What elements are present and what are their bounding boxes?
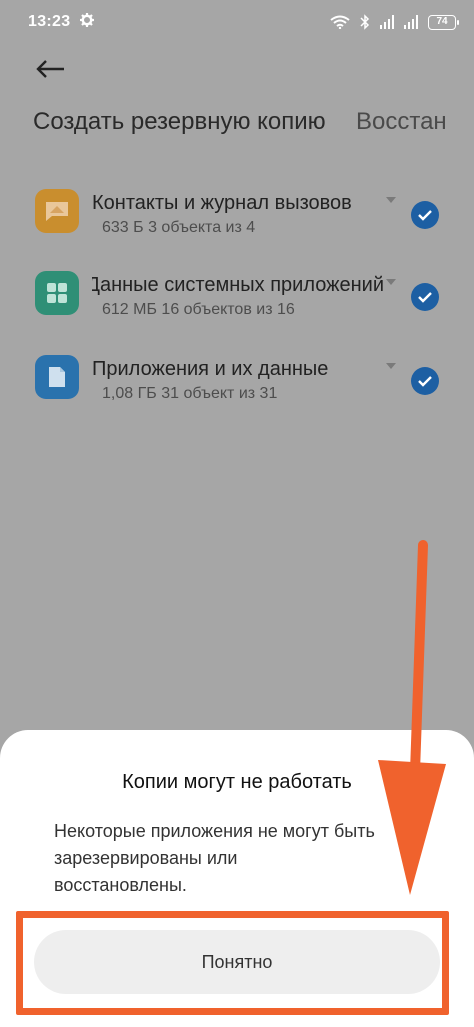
expand-caret-icon[interactable]: [386, 197, 396, 203]
signal-icon-2: [404, 15, 418, 29]
wifi-icon: [330, 15, 350, 29]
gear-icon: [80, 12, 95, 32]
dialog-message-line: зарезервированы или: [54, 848, 238, 868]
expand-caret-icon[interactable]: [386, 279, 396, 285]
item-subtitle: 633 Б 3 объекта из 4: [102, 219, 256, 236]
dialog-sheet: Копии могут не работать Некоторые прилож…: [0, 730, 474, 1027]
item-title: Данные системных приложений: [92, 274, 384, 296]
item-title: Приложения и их данные: [92, 358, 329, 380]
dialog-message-line: Некоторые приложения не могут быть: [54, 821, 375, 841]
expand-caret-icon[interactable]: [386, 363, 396, 369]
dialog-title: Копии могут не работать: [122, 771, 352, 793]
backup-item-apps-data[interactable]: Приложения и их данные 1,08 ГБ 31 объект…: [0, 355, 474, 425]
item-title: Контакты и журнал вызовов: [92, 192, 352, 214]
bluetooth-icon: [360, 14, 370, 30]
dialog-message-line: восстановлены.: [54, 875, 187, 895]
tab-bar: Создать резервную копию Восстан: [0, 104, 474, 142]
status-time: 13:23: [28, 13, 71, 30]
backup-item-system-apps[interactable]: Данные системных приложений 612 МБ 16 об…: [0, 271, 474, 341]
checkbox-checked[interactable]: [411, 283, 439, 311]
checkbox-checked[interactable]: [411, 201, 439, 229]
signal-icon-1: [380, 15, 394, 29]
checkbox-checked[interactable]: [411, 367, 439, 395]
dialog-message: Некоторые приложения не могут быть зарез…: [54, 818, 398, 899]
arrow-left-icon: [36, 60, 64, 78]
contacts-icon: [35, 189, 79, 233]
app-file-icon: [35, 355, 79, 399]
system-apps-icon: [35, 271, 79, 315]
item-subtitle: 1,08 ГБ 31 объект из 31: [102, 385, 278, 402]
checkmark-icon: [418, 210, 432, 221]
back-button[interactable]: [34, 54, 68, 84]
battery-indicator: 74: [428, 14, 459, 30]
checkmark-icon: [418, 376, 432, 387]
checkmark-icon: [418, 292, 432, 303]
tab-restore[interactable]: Восстан: [356, 104, 447, 140]
item-subtitle: 612 МБ 16 объектов из 16: [102, 301, 295, 318]
status-bar: 13:23 74: [0, 0, 474, 44]
tab-backup[interactable]: Создать резервную копию: [33, 104, 326, 140]
ok-button[interactable]: Понятно: [34, 930, 440, 994]
backup-item-contacts[interactable]: Контакты и журнал вызовов 633 Б 3 объект…: [0, 189, 474, 259]
